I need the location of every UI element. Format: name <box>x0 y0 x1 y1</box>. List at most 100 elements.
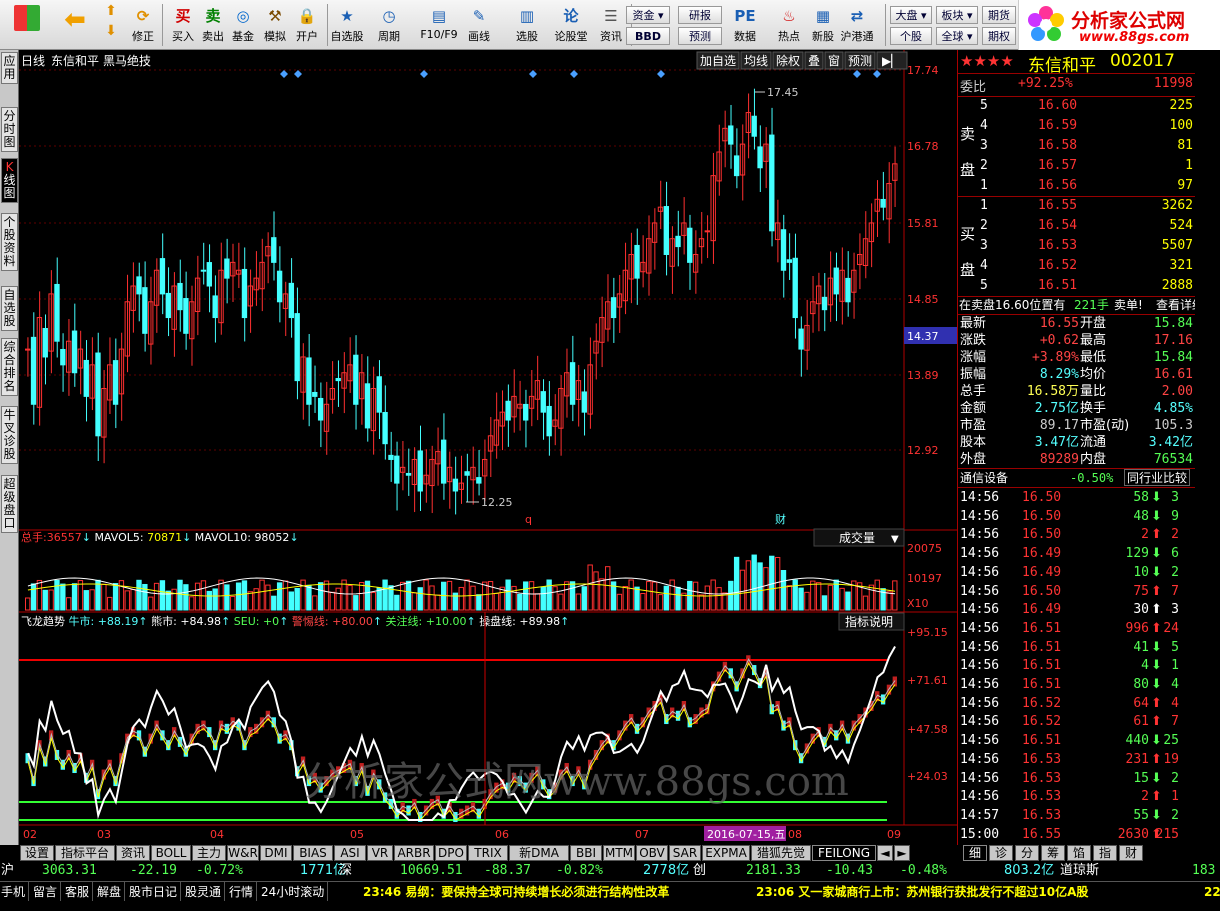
status-item-2[interactable]: 客服 <box>65 882 94 902</box>
status-item-5[interactable]: 股灵通 <box>185 882 226 902</box>
toolbar-button-12[interactable]: PE 数据 <box>728 3 762 47</box>
buy-level-2[interactable]: 2 16.54 524 <box>958 218 1220 238</box>
tabs-scroll-right-button[interactable]: ► <box>894 845 910 861</box>
toolbar-button-2[interactable]: ◎ 基金 <box>226 3 260 47</box>
status-item-0[interactable]: 手机 <box>1 882 30 902</box>
sz-index[interactable]: 10669.51 <box>400 861 463 881</box>
quote-tab-4[interactable]: 馅 <box>1067 845 1091 861</box>
indicator-tab-5[interactable]: W&R <box>227 845 259 861</box>
indicator-tab-0[interactable]: 设置 <box>20 845 54 861</box>
indicator-tab-7[interactable]: BIAS <box>293 845 333 861</box>
indicator-tab-11[interactable]: DPO <box>435 845 467 861</box>
status-item-7[interactable]: 24小时滚动 <box>261 882 329 902</box>
sector-button[interactable]: 板块 ▾ <box>936 6 978 24</box>
toolbar-button-1[interactable]: 卖卖出 <box>196 3 230 47</box>
dj-index[interactable]: 183 <box>1192 861 1215 881</box>
indicator-tab-12[interactable]: TRIX <box>468 845 508 861</box>
toolbar-button-4[interactable]: 🔒 开户 <box>290 3 324 47</box>
page-up-button[interactable]: ⬆ ⬇ <box>98 3 124 47</box>
menu-grid-button[interactable] <box>8 3 46 47</box>
left-tab-1[interactable]: 分时图 <box>1 107 18 152</box>
toolbar-button-3[interactable]: ⚒ 模拟 <box>258 3 292 47</box>
quote-tab-0[interactable]: 细 <box>963 845 987 861</box>
left-tab-7[interactable]: 超级盘口 <box>1 475 18 533</box>
status-item-3[interactable]: 解盘 <box>97 882 126 902</box>
global-button[interactable]: 全球 ▾ <box>936 27 978 45</box>
status-item-1[interactable]: 留言 <box>33 882 62 902</box>
sell-level-5[interactable]: 5 16.60 225 <box>958 98 1220 118</box>
sell-level-1[interactable]: 1 16.56 97 <box>958 178 1220 198</box>
chart-area[interactable]: 日线 东信和平 黑马绝技 加自选 均线 除权叠窗预测 ▶▏ 17.74 16.78 15.81 14… <box>19 50 957 845</box>
left-tab-6[interactable]: 牛叉诊股 <box>1 406 18 464</box>
toolbar-button-14[interactable]: ▦ 新股 <box>806 3 840 47</box>
status-item-4[interactable]: 股市日记 <box>129 882 182 902</box>
fix-button[interactable]: ⟳ 修正 <box>128 3 158 47</box>
options-button[interactable]: 期权 <box>982 27 1016 45</box>
indicator-tab-8[interactable]: ASI <box>334 845 366 861</box>
toolbar-button-11[interactable]: ☰ 资讯 <box>594 3 628 47</box>
toolbar-button-0[interactable]: 买买入 <box>166 3 200 47</box>
toolbar-button-8[interactable]: ✎ 画线 <box>462 3 496 47</box>
left-tab-0[interactable]: 应用 <box>1 52 18 84</box>
toolbar-button-5[interactable]: ★ 自选股 <box>330 3 364 47</box>
industry-compare-button[interactable]: 同行业比较 <box>1124 469 1191 486</box>
sell-level-2[interactable]: 2 16.57 1 <box>958 158 1220 178</box>
indicator-tab-6[interactable]: DMI <box>260 845 292 861</box>
indicator-tab-17[interactable]: SAR <box>669 845 701 861</box>
indicator-tab-13[interactable]: 新DMA <box>509 845 569 861</box>
indicator-tab-14[interactable]: BBI <box>570 845 602 861</box>
forecast-button[interactable]: 预测 <box>678 27 722 45</box>
indicator-title[interactable]: 黑马绝技 <box>103 53 151 68</box>
left-tab-4[interactable]: 自选股 <box>1 286 18 331</box>
buy-level-4[interactable]: 4 16.52 321 <box>958 258 1220 278</box>
left-tab-5[interactable]: 综合排名 <box>1 338 18 396</box>
toolbar-button-6[interactable]: ◷ 周期 <box>372 3 406 47</box>
sell-level-4[interactable]: 4 16.59 100 <box>958 118 1220 138</box>
buy-level-1[interactable]: 1 16.55 3262 <box>958 198 1220 218</box>
indicator-tab-1[interactable]: 指标平台 <box>55 845 115 861</box>
indicator-tab-3[interactable]: BOLL <box>151 845 191 861</box>
left-tab-2[interactable]: K线图 <box>1 158 18 203</box>
toolbar-button-10[interactable]: 论论股堂 <box>554 3 588 47</box>
tabs-scroll-left-button[interactable]: ◄ <box>877 845 893 861</box>
buy-level-3[interactable]: 3 16.53 5507 <box>958 238 1220 258</box>
quote-tab-6[interactable]: 财 <box>1119 845 1143 861</box>
capital-button[interactable]: 资金 ▾ <box>626 6 670 24</box>
indicator-tab-4[interactable]: 主力 <box>192 845 226 861</box>
research-button[interactable]: 研报 <box>678 6 722 24</box>
kline-chart-svg[interactable]: 日线 东信和平 黑马绝技 加自选 均线 除权叠窗预测 ▶▏ 17.74 16.78 15.81 14… <box>19 50 957 845</box>
large-order-notice[interactable]: 在卖盘16.60位置有 221手 卖单! 查看详细 <box>958 296 1220 316</box>
sell-level-3[interactable]: 3 16.58 81 <box>958 138 1220 158</box>
buy-level-5[interactable]: 5 16.51 2888 <box>958 278 1220 298</box>
indicator-tab-9[interactable]: VR <box>367 845 393 861</box>
indicator-tab-20[interactable]: FEILONG <box>812 845 876 861</box>
news-ticker-1[interactable]: 23:46 易纲：要保持全球可持续增长必须进行结构性改革 <box>363 882 669 902</box>
market-button[interactable]: 大盘 ▾ <box>890 6 932 24</box>
stock-button[interactable]: 个股 <box>890 27 932 45</box>
news-ticker-2[interactable]: 23:06 又一家城商行上市：苏州银行获批发行不超过10亿A股 <box>756 882 1088 902</box>
industry-name[interactable]: 通信设备 <box>960 469 1008 487</box>
quote-tab-1[interactable]: 诊 <box>989 845 1013 861</box>
back-button[interactable]: ⬅ <box>56 3 94 47</box>
finance-marker[interactable]: 财 <box>775 512 786 526</box>
quote-tab-3[interactable]: 筹 <box>1041 845 1065 861</box>
toolbar-button-7[interactable]: ▤ F10/F9 <box>416 3 462 47</box>
toolbar-button-13[interactable]: ♨ 热点 <box>772 3 806 47</box>
indicator-tab-16[interactable]: OBV <box>636 845 668 861</box>
sh-index[interactable]: 3063.31 <box>42 861 97 881</box>
indicator-tab-15[interactable]: MTM <box>603 845 635 861</box>
indicator-tab-19[interactable]: 猎狐先觉 <box>751 845 811 861</box>
left-tab-3[interactable]: 个股资料 <box>1 213 18 271</box>
quote-tab-5[interactable]: 指 <box>1093 845 1117 861</box>
quote-tab-2[interactable]: 分 <box>1015 845 1039 861</box>
period-label[interactable]: 日线 <box>21 54 45 68</box>
toolbar-button-9[interactable]: ▥ 选股 <box>510 3 544 47</box>
futures-button[interactable]: 期货 <box>982 6 1016 24</box>
indicator-tab-18[interactable]: EXPMA <box>702 845 750 861</box>
toolbar-button-15[interactable]: ⇄ 沪港通 <box>840 3 874 47</box>
status-item-6[interactable]: 行情 <box>229 882 258 902</box>
cy-index[interactable]: 2181.33 <box>746 861 801 881</box>
indicator-tab-10[interactable]: ARBR <box>394 845 434 861</box>
indicator-tab-2[interactable]: 资讯 <box>116 845 150 861</box>
bbd-button[interactable]: BBD <box>626 27 670 45</box>
